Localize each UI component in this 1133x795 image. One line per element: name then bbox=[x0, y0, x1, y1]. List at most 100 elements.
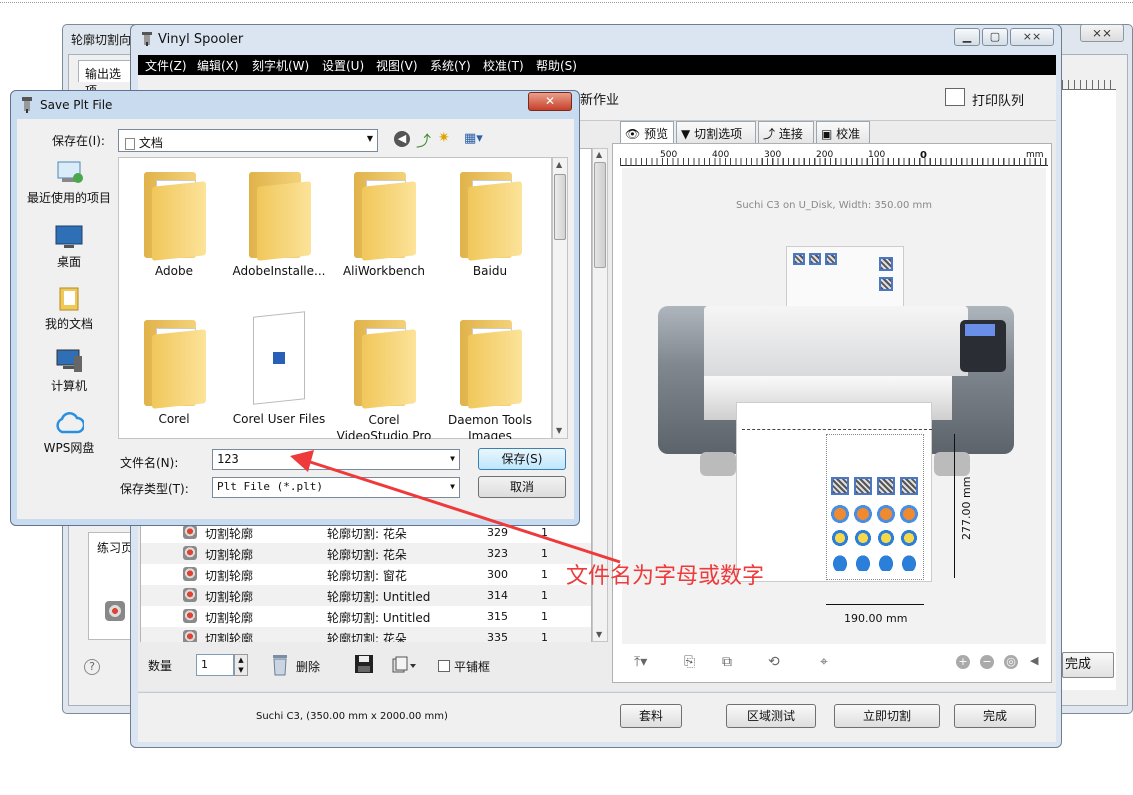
new-job-button[interactable]: 新作业 bbox=[580, 89, 619, 108]
menu-file[interactable]: 文件(Z) bbox=[145, 57, 187, 74]
zoom-out-icon[interactable]: − bbox=[980, 655, 994, 669]
delete-button[interactable]: 删除 bbox=[296, 658, 320, 675]
table-row[interactable]: 切割轮廓 轮廓切割: 花朵 335 1 bbox=[141, 627, 591, 642]
cut-icon[interactable]: ⧉ bbox=[722, 654, 732, 672]
folder-item[interactable]: Corel bbox=[124, 310, 224, 426]
menu-cutter[interactable]: 刻字机(W) bbox=[252, 57, 309, 74]
trash-icon[interactable] bbox=[270, 652, 290, 676]
file-type-label: 保存类型(T): bbox=[120, 482, 189, 496]
scroll-down-arrow-icon[interactable]: ▼ bbox=[556, 426, 562, 435]
tile-checkbox[interactable] bbox=[438, 660, 450, 672]
cut-dash-line bbox=[742, 429, 932, 430]
scroll-up-arrow-icon[interactable]: ▲ bbox=[596, 150, 602, 159]
place-desktop[interactable]: 桌面 bbox=[24, 224, 114, 270]
scroll-up-arrow-icon[interactable]: ▲ bbox=[556, 160, 562, 169]
scroll-down-arrow-icon[interactable]: ▼ bbox=[596, 630, 602, 639]
folder-icon bbox=[348, 310, 420, 409]
folder-item[interactable]: Corel VideoStudio Pro bbox=[334, 310, 434, 444]
menu-system[interactable]: 系统(Y) bbox=[430, 57, 471, 74]
connection-icon: ⤴ bbox=[763, 127, 776, 141]
area-test-button[interactable]: 区域测试 bbox=[726, 704, 816, 728]
place-wps-cloud[interactable]: WPS网盘 bbox=[24, 410, 114, 456]
place-recent[interactable]: 最近使用的项目 bbox=[24, 160, 114, 206]
folder-item[interactable]: Daemon Tools Images bbox=[440, 310, 540, 444]
cloud-icon bbox=[56, 412, 84, 434]
documents-folder-icon bbox=[59, 287, 79, 311]
folder-item[interactable]: Corel User Files bbox=[229, 310, 329, 426]
job-icon bbox=[183, 525, 197, 539]
job-id: 315 bbox=[487, 610, 508, 623]
folder-item[interactable]: AdobeInstalle... bbox=[229, 162, 329, 278]
job-count: 1 bbox=[541, 610, 548, 623]
copy-dropdown-icon[interactable] bbox=[392, 656, 418, 674]
folder-item[interactable]: AliWorkbench bbox=[334, 162, 434, 278]
nest-button[interactable]: 套料 bbox=[620, 704, 682, 728]
sticker-qr bbox=[877, 477, 895, 495]
menu-edit[interactable]: 编辑(X) bbox=[197, 57, 239, 74]
place-label: 我的文档 bbox=[44, 317, 93, 331]
tab-calibrate-label: 校准 bbox=[836, 127, 861, 141]
zoom-in-icon[interactable]: + bbox=[956, 655, 970, 669]
job-list-scroll-thumb[interactable] bbox=[594, 162, 606, 268]
background-close-button[interactable]: ⨯⨯ bbox=[1080, 24, 1124, 42]
table-row[interactable]: 切割轮廓 轮廓切割: Untitled 314 1 bbox=[141, 585, 591, 606]
job-name: 切割轮廓 bbox=[205, 590, 254, 604]
dialog-close-button[interactable]: ✕ bbox=[528, 92, 572, 111]
cut-now-button[interactable]: 立即切割 bbox=[834, 704, 940, 728]
place-computer[interactable]: 计算机 bbox=[24, 348, 114, 394]
folder-icon bbox=[138, 162, 210, 261]
place-label: WPS网盘 bbox=[43, 441, 95, 455]
tab-calibrate[interactable]: ▣ 校准 bbox=[816, 121, 870, 143]
table-row[interactable]: 切割轮廓 轮廓切割: Untitled 315 1 bbox=[141, 606, 591, 627]
menu-view[interactable]: 视图(V) bbox=[376, 57, 418, 74]
quantity-stepper[interactable]: ▲ ▼ bbox=[234, 654, 248, 676]
sticker-sun bbox=[900, 529, 918, 547]
spooler-app-icon bbox=[142, 32, 152, 46]
back-icon[interactable]: ◀ bbox=[394, 131, 410, 147]
print-queue-icon[interactable] bbox=[945, 88, 965, 106]
save-in-select[interactable]: 文档 ▼ bbox=[118, 129, 378, 152]
tab-connection[interactable]: ⤴ 连接 bbox=[758, 121, 814, 143]
folder-item[interactable]: Baidu bbox=[440, 162, 540, 278]
background-preview-strip bbox=[1062, 90, 1116, 690]
folder-item[interactable]: Adobe bbox=[124, 162, 224, 278]
help-icon[interactable]: ? bbox=[84, 659, 100, 675]
done-button[interactable]: 完成 bbox=[954, 704, 1036, 728]
folder-label: AliWorkbench bbox=[342, 264, 426, 278]
rotate-icon[interactable]: ⟲ bbox=[768, 654, 780, 672]
place-my-documents[interactable]: 我的文档 bbox=[24, 286, 114, 332]
sticker-sun bbox=[831, 529, 849, 547]
menu-settings[interactable]: 设置(U) bbox=[322, 57, 364, 74]
sticker-bear bbox=[900, 505, 918, 523]
crosshair-icon[interactable]: ⌖ bbox=[820, 654, 828, 672]
new-folder-icon[interactable]: ✷ bbox=[438, 130, 450, 146]
upload-icon[interactable]: ⤒▾ bbox=[634, 654, 647, 672]
background-done-button[interactable]: 完成 bbox=[1062, 652, 1114, 678]
practice-page-label: 练习页 bbox=[97, 541, 134, 555]
close-button[interactable]: ⨯⨯ bbox=[1010, 28, 1054, 46]
quantity-label: 数量 bbox=[148, 659, 173, 673]
minimize-button[interactable]: ▁ bbox=[954, 28, 980, 46]
menu-help[interactable]: 帮助(S) bbox=[536, 57, 577, 74]
menu-calibrate[interactable]: 校准(T) bbox=[483, 57, 524, 74]
zoom-fit-icon[interactable]: ◎ bbox=[1004, 655, 1018, 669]
up-folder-icon[interactable]: ⤴ bbox=[416, 130, 431, 151]
save-icon[interactable] bbox=[354, 654, 374, 674]
plotter-top bbox=[704, 306, 968, 376]
chevron-down-icon: ▼ bbox=[366, 134, 373, 143]
desktop-dotted-line bbox=[0, 2, 1133, 3]
collapse-arrow-icon[interactable]: ◀ bbox=[1030, 654, 1038, 672]
export-icon[interactable]: ⎘ bbox=[684, 654, 695, 672]
eye-icon: 👁 bbox=[625, 127, 641, 141]
tab-output-options[interactable]: 输出选项 bbox=[78, 60, 136, 98]
tab-cut-options[interactable]: ▼ 切割选项 bbox=[676, 121, 756, 143]
view-menu-icon[interactable]: ▦▾ bbox=[464, 131, 483, 146]
maximize-button[interactable]: ▢ bbox=[982, 28, 1008, 46]
print-queue-button[interactable]: 打印队列 bbox=[972, 90, 1024, 109]
quantity-input[interactable]: 1 bbox=[196, 654, 234, 676]
file-list-scroll-thumb[interactable] bbox=[554, 174, 566, 240]
desktop-icon bbox=[55, 225, 83, 248]
job-name: 切割轮廓 bbox=[205, 611, 254, 625]
job-id: 335 bbox=[487, 631, 508, 642]
tab-preview[interactable]: 👁 预览 bbox=[620, 121, 674, 144]
